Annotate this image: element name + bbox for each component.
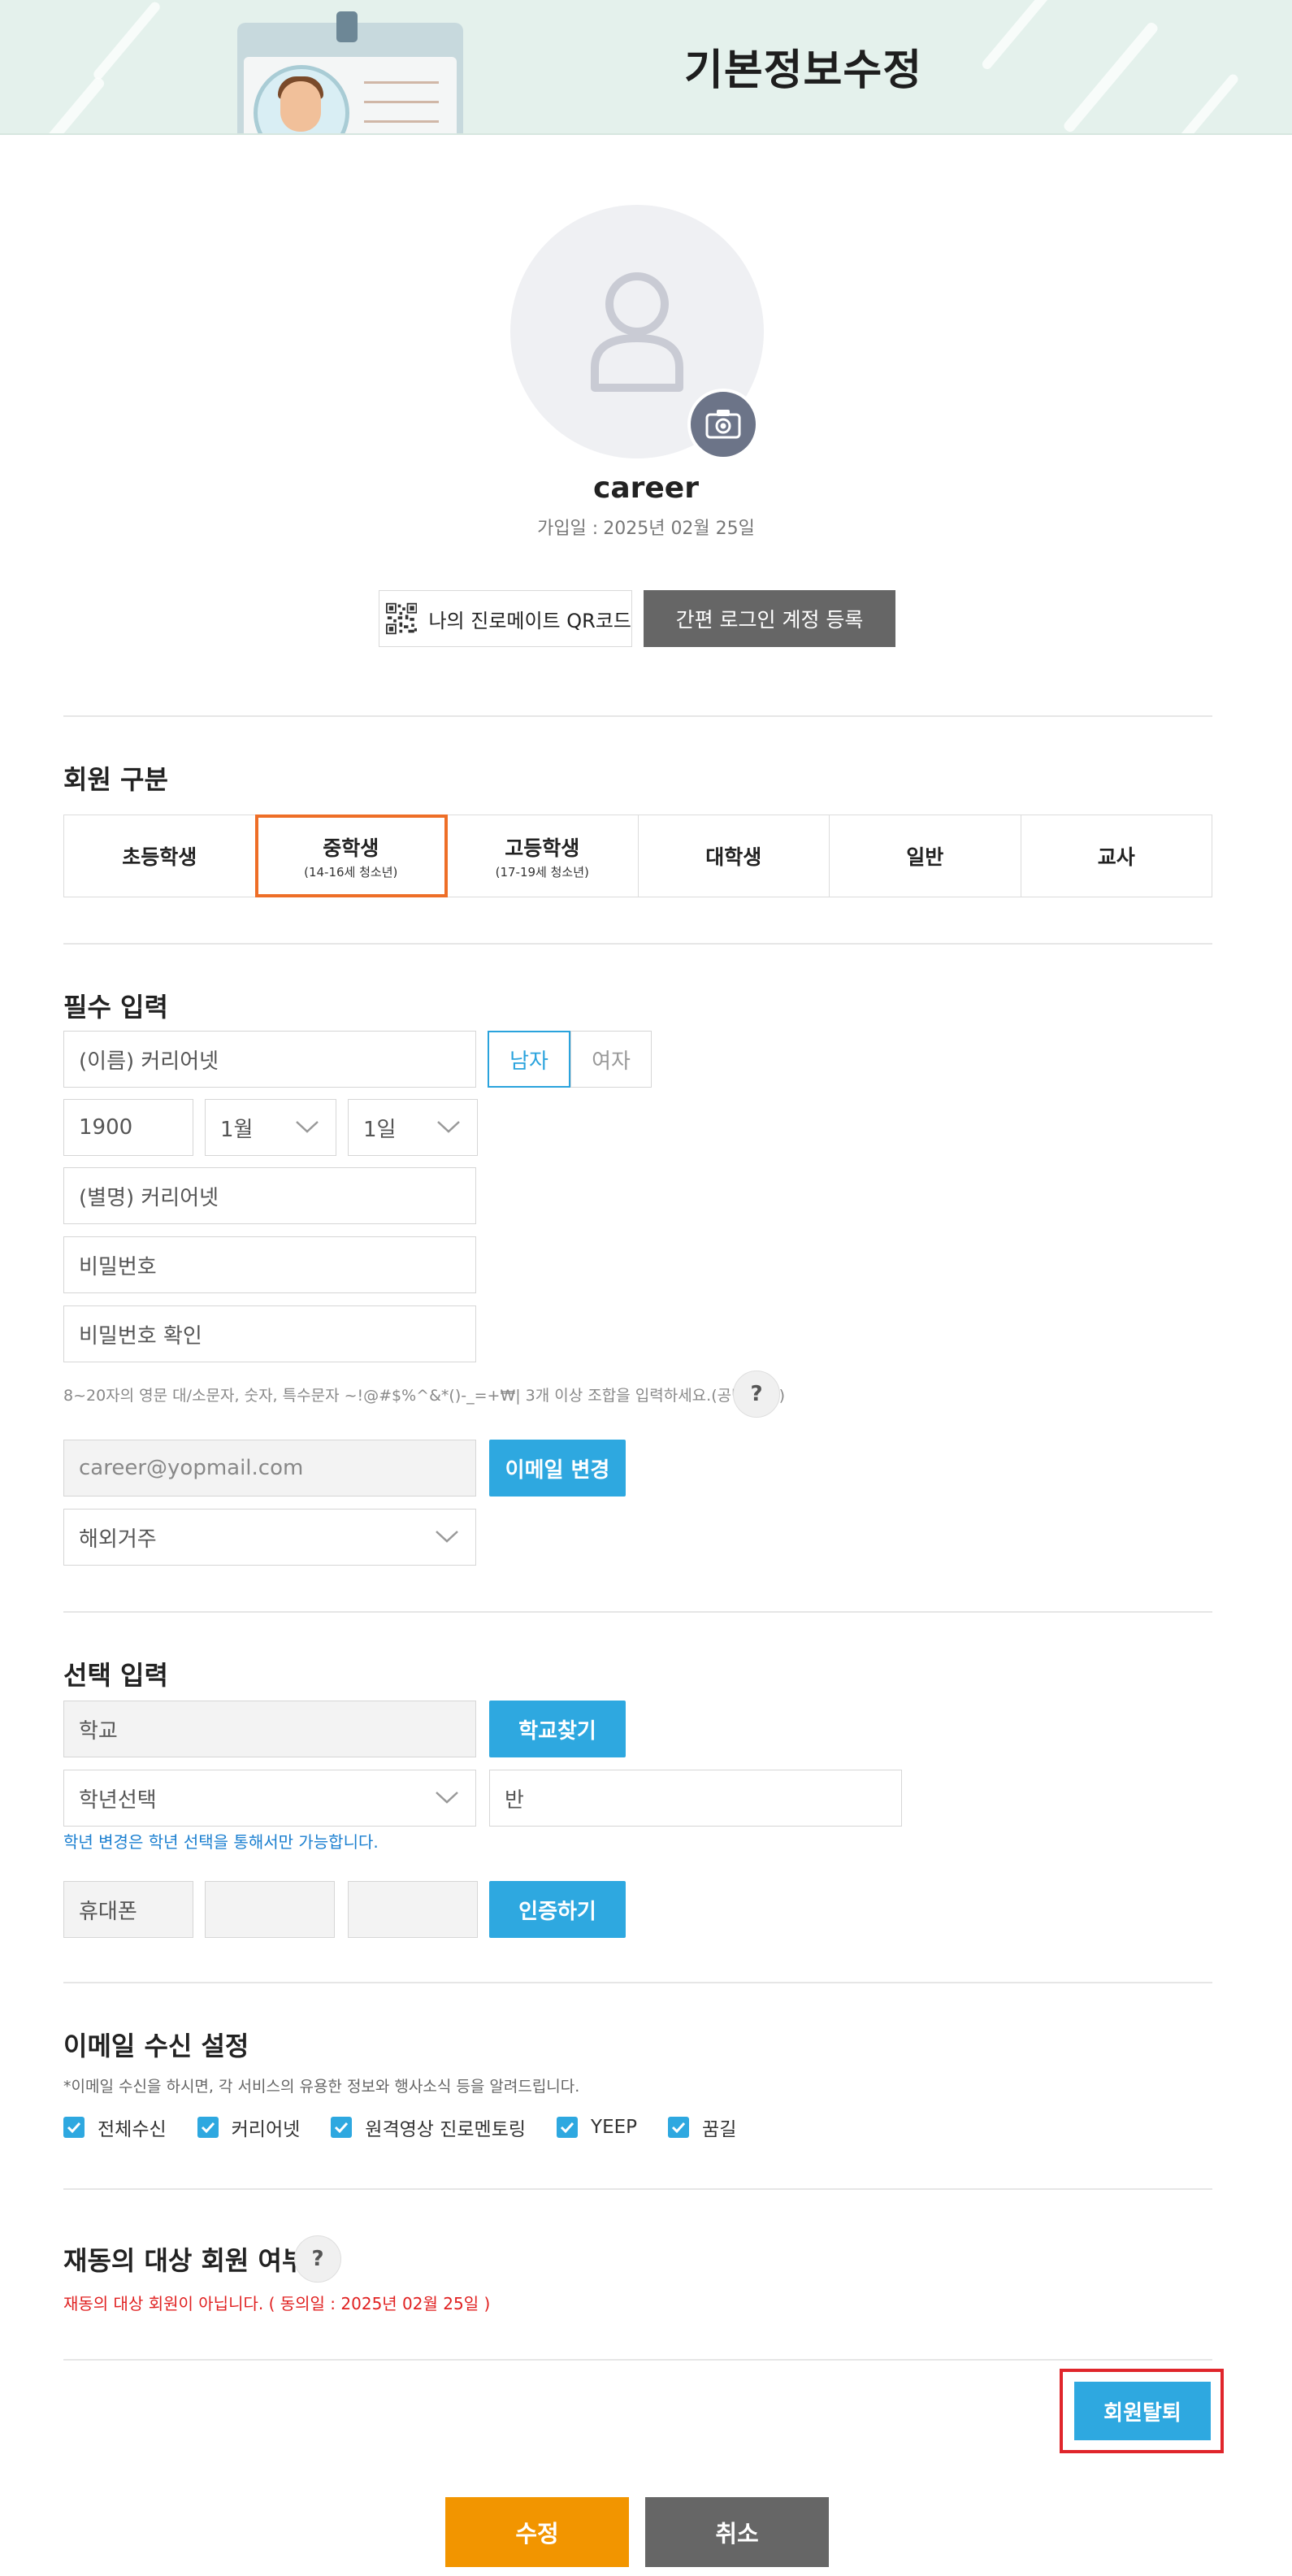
password-field[interactable]: 비밀번호 [63, 1236, 476, 1293]
checkbox-label: 꿈길 [702, 2119, 737, 2140]
tab-label: 교사 [1097, 845, 1135, 869]
checkbox-label: YEEP [591, 2117, 638, 2138]
tab-label: 고등학생 [505, 836, 580, 860]
birth-year-value: 1900 [79, 1115, 133, 1140]
checkbox-checked-icon [197, 2117, 219, 2138]
email-receive-options: 전체수신 커리어넷 원격영상 진로멘토링 YEEP 꿈길 [63, 2113, 767, 2141]
join-date: 가입일 :2025년 02월 25일 [0, 514, 1292, 540]
tab-label: 일반 [906, 845, 944, 869]
phone-last-field [348, 1881, 478, 1938]
checkbox-checked-icon [63, 2117, 85, 2138]
divider [63, 715, 1212, 717]
required-section-title: 필수 입력 [63, 992, 168, 1023]
checkbox-video-mentoring[interactable]: 원격영상 진로멘토링 [331, 2113, 526, 2141]
divider [63, 1982, 1212, 1983]
reconsent-help-button[interactable]: ? [294, 2235, 341, 2283]
grade-change-note: 학년 변경은 학년 선택을 통해서만 가능합니다. [63, 1832, 379, 1852]
reconsent-title: 재동의 대상 회원 여부 [63, 2245, 306, 2276]
chevron-down-icon [436, 1792, 458, 1804]
divider [63, 2359, 1212, 2361]
chevron-down-icon [296, 1121, 319, 1133]
password-confirm-field[interactable]: 비밀번호 확인 [63, 1305, 476, 1362]
gender-male-button[interactable]: 남자 [488, 1031, 570, 1088]
nickname-field[interactable]: (별명) 커리어넷 [63, 1167, 476, 1224]
email-receive-desc: *이메일 수신을 하시면, 각 서비스의 유용한 정보와 행사소식 등을 알려드… [63, 2078, 580, 2096]
email-change-button[interactable]: 이메일 변경 [489, 1440, 626, 1497]
tab-label: 대학생 [705, 845, 762, 869]
tab-label: 초등학생 [122, 845, 197, 869]
checkbox-all[interactable]: 전체수신 [63, 2113, 167, 2141]
join-date-value: 2025년 02월 25일 [603, 519, 755, 539]
reconsent-note: 재동의 대상 회원이 아닙니다. ( 동의일 : 2025년 02월 25일 ) [63, 2294, 491, 2313]
checkbox-label: 커리어넷 [231, 2119, 301, 2140]
region-select[interactable]: 해외거주 [63, 1509, 476, 1566]
school-field: 학교 [63, 1701, 476, 1757]
grade-select-value: 학년선택 [79, 1788, 157, 1813]
chevron-down-icon [437, 1121, 460, 1133]
birth-day-value: 1일 [363, 1117, 397, 1142]
checkbox-yeep[interactable]: YEEP [557, 2117, 637, 2138]
checkbox-checked-icon [668, 2117, 690, 2138]
page-title: 기본정보수정 [684, 46, 923, 95]
checkbox-kkumgil[interactable]: 꿈길 [668, 2113, 736, 2141]
tab-label: 중학생 [323, 836, 379, 860]
name-field[interactable]: (이름) 커리어넷 [63, 1031, 476, 1088]
phone-prefix-field: 휴대폰 [63, 1881, 193, 1938]
qr-code-button[interactable]: 나의 진로메이트 QR코드 [379, 590, 632, 647]
page-header: 기본정보수정 [0, 0, 1292, 135]
cancel-button[interactable]: 취소 [645, 2497, 829, 2567]
tab-general[interactable]: 일반 [830, 815, 1021, 897]
join-date-label: 가입일 : [537, 519, 599, 539]
tab-high-school[interactable]: 고등학생 (17-19세 청소년) [447, 815, 639, 897]
tab-sublabel: (17-19세 청소년) [495, 864, 589, 880]
checkbox-checked-icon [331, 2117, 353, 2138]
header-decoration [19, 76, 106, 133]
checkbox-checked-icon [557, 2117, 579, 2138]
phone-middle-field [205, 1881, 335, 1938]
tab-university[interactable]: 대학생 [639, 815, 830, 897]
grade-select[interactable]: 학년선택 [63, 1770, 476, 1827]
class-field[interactable]: 반 [489, 1770, 902, 1827]
tab-middle-school[interactable]: 중학생 (14-16세 청소년) [254, 815, 448, 897]
checkbox-careernet[interactable]: 커리어넷 [197, 2113, 301, 2141]
tab-sublabel: (14-16세 청소년) [304, 864, 398, 880]
password-hint: 8~20자의 영문 대/소문자, 숫자, 특수문자 ~!@#$%^&*()-_=… [63, 1387, 785, 1405]
divider [63, 2188, 1212, 2190]
member-type-title: 회원 구분 [63, 764, 168, 795]
header-decoration [1175, 72, 1240, 133]
chevron-down-icon [436, 1531, 458, 1543]
birth-day-select[interactable]: 1일 [348, 1099, 478, 1156]
submit-button[interactable]: 수정 [445, 2497, 629, 2567]
checkbox-label: 원격영상 진로멘토링 [365, 2119, 527, 2140]
birth-year-field[interactable]: 1900 [63, 1099, 193, 1156]
user-icon [591, 272, 683, 392]
member-type-tabs: 초등학생 중학생 (14-16세 청소년) 고등학생 (17-19세 청소년) 대학… [63, 815, 1212, 897]
birth-month-select[interactable]: 1월 [205, 1099, 336, 1156]
divider [63, 1611, 1212, 1613]
header-decoration [1062, 20, 1160, 133]
tab-elementary[interactable]: 초등학생 [64, 815, 256, 897]
email-receive-title: 이메일 수신 설정 [63, 2031, 249, 2061]
gender-female-button[interactable]: 여자 [570, 1031, 652, 1088]
region-value: 해외거주 [79, 1527, 157, 1552]
divider [63, 943, 1212, 945]
change-photo-button[interactable] [687, 389, 759, 460]
password-help-button[interactable]: ? [733, 1371, 780, 1418]
simple-login-register-button[interactable]: 간편 로그인 계정 등록 [644, 590, 895, 647]
checkbox-label: 전체수신 [98, 2119, 167, 2140]
email-field: career@yopmail.com [63, 1440, 476, 1497]
qr-code-icon [386, 602, 418, 635]
profile-username: career [593, 471, 699, 505]
header-decoration [91, 0, 163, 81]
qr-code-label: 나의 진로메이트 QR코드 [428, 609, 631, 632]
withdraw-button[interactable]: 회원탈퇴 [1074, 2382, 1211, 2440]
optional-section-title: 선택 입력 [63, 1660, 168, 1691]
birth-month-value: 1월 [220, 1117, 254, 1142]
find-school-button[interactable]: 학교찾기 [489, 1701, 626, 1757]
tab-teacher[interactable]: 교사 [1021, 815, 1212, 897]
camera-icon [705, 410, 741, 439]
verify-phone-button[interactable]: 인증하기 [489, 1881, 626, 1938]
header-decoration [980, 0, 1061, 72]
